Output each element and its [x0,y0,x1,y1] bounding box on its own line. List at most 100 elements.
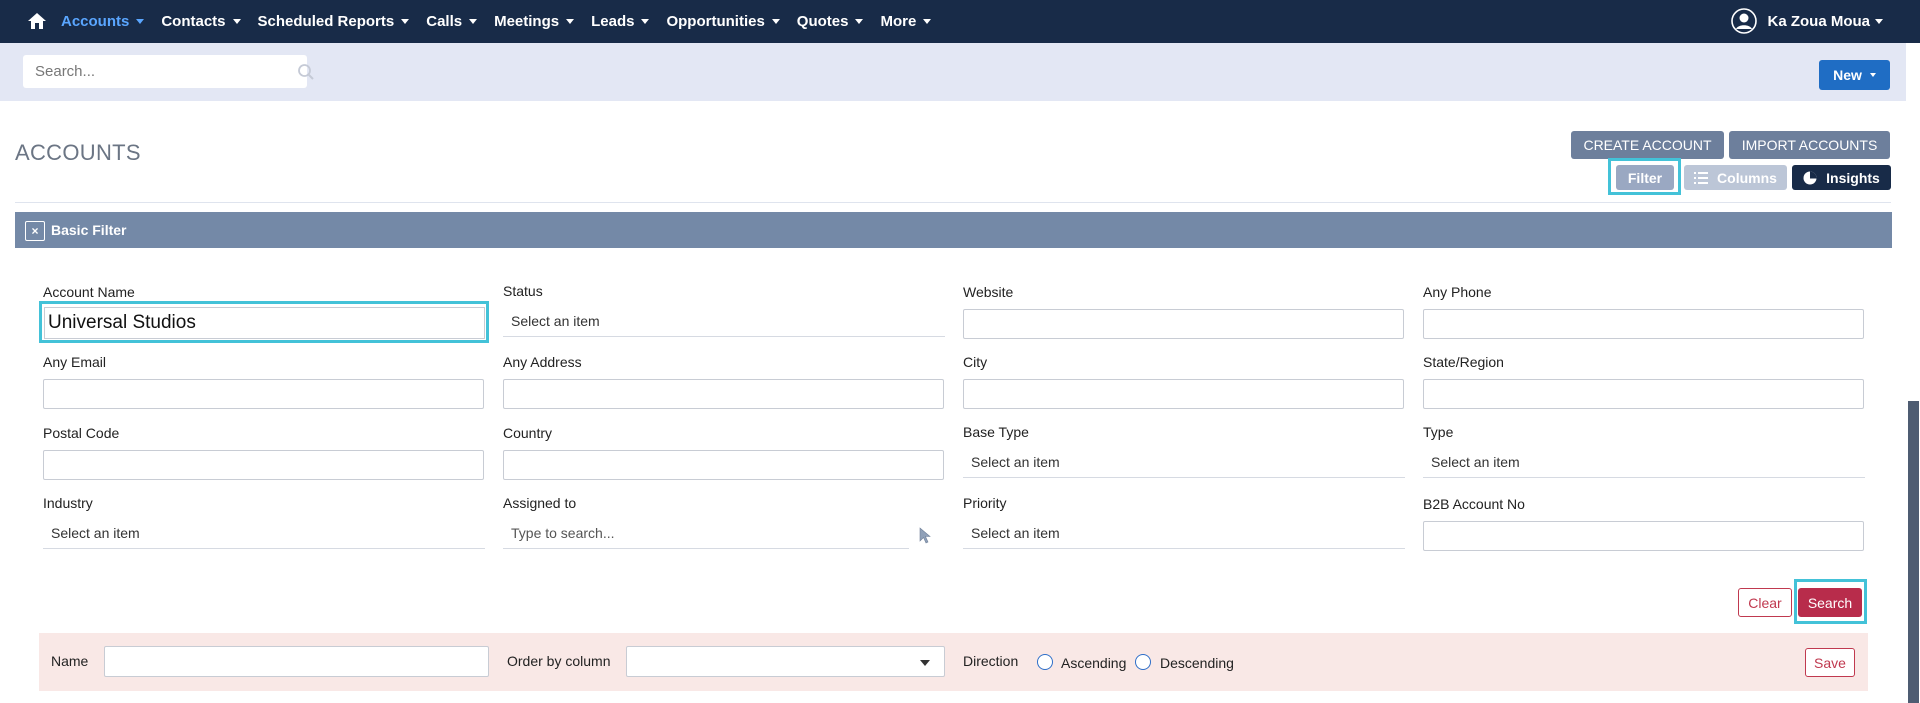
city-field[interactable] [963,379,1404,409]
nav-item-label: Leads [591,13,635,30]
type-select[interactable]: Select an item [1423,448,1865,478]
top-navigation-bar: Accounts Contacts Scheduled Reports Call… [0,0,1920,43]
b2b-account-no-field[interactable] [1423,521,1864,551]
global-search-input[interactable] [23,55,263,88]
nav-item-accounts[interactable]: Accounts [61,13,145,30]
postal-code-label: Postal Code [43,425,120,441]
clear-button[interactable]: Clear [1738,588,1792,617]
industry-label: Industry [43,495,93,511]
global-search-bar: New [0,43,1906,101]
home-icon[interactable] [27,11,47,31]
nav-item-meetings[interactable]: Meetings [494,13,575,30]
basic-filter-header: × Basic Filter [15,212,1892,248]
nav-item-label: Opportunities [666,13,765,30]
account-name-label: Account Name [43,284,135,300]
chevron-down-icon [641,19,650,24]
nav-item-opportunities[interactable]: Opportunities [666,13,780,30]
nav-item-quotes[interactable]: Quotes [797,13,864,30]
user-menu[interactable]: Ka Zoua Moua [1731,8,1883,34]
any-email-field[interactable] [43,379,484,409]
website-label: Website [963,284,1014,300]
base-type-select[interactable]: Select an item [963,448,1405,478]
order-by-select[interactable] [626,646,945,677]
new-button[interactable]: New [1819,60,1890,90]
nav-item-scheduled-reports[interactable]: Scheduled Reports [258,13,410,30]
city-label: City [963,354,988,370]
create-account-button[interactable]: CREATE ACCOUNT [1571,131,1724,159]
chevron-down-icon [232,19,241,24]
state-region-label: State/Region [1423,354,1504,370]
nav-item-contacts[interactable]: Contacts [161,13,241,30]
b2b-account-no-label: B2B Account No [1423,496,1525,512]
direction-label: Direction [963,653,1019,669]
basic-filter-title: Basic Filter [51,222,127,238]
filter-button[interactable]: Filter [1616,165,1674,190]
columns-button[interactable]: Columns [1684,165,1787,190]
user-name: Ka Zoua Moua [1767,12,1870,30]
ascending-label: Ascending [1061,655,1127,671]
save-filter-button[interactable]: Save [1805,648,1855,677]
chevron-down-icon [469,19,478,24]
chevron-down-icon [566,19,575,24]
nav-item-calls[interactable]: Calls [426,13,478,30]
nav-item-leads[interactable]: Leads [591,13,650,30]
columns-button-label: Columns [1717,169,1777,186]
account-name-field[interactable]: Universal Studios [44,307,485,339]
assigned-to-label: Assigned to [503,495,577,511]
page-title: ACCOUNTS [15,140,141,165]
country-label: Country [503,425,553,441]
chevron-down-icon [401,19,410,24]
chevron-down-icon [855,19,864,24]
type-label: Type [1423,424,1454,440]
status-select[interactable]: Select an item [503,307,945,337]
industry-select[interactable]: Select an item [43,519,485,549]
status-label: Status [503,283,543,299]
ascending-radio[interactable] [1037,654,1053,670]
mouse-pointer-icon [919,527,931,544]
nav-item-label: Contacts [161,13,226,30]
any-address-label: Any Address [503,354,582,370]
descending-radio[interactable] [1135,654,1151,670]
nav-item-label: Accounts [61,13,130,30]
user-avatar-icon [1731,8,1758,34]
any-phone-field[interactable] [1423,309,1864,339]
search-icon[interactable] [297,63,315,81]
state-region-field[interactable] [1423,379,1864,409]
filter-name-label: Name [51,653,89,669]
chevron-down-icon [920,660,930,666]
postal-code-field[interactable] [43,450,484,480]
insights-button-label: Insights [1826,169,1880,186]
new-button-label: New [1833,67,1862,83]
filter-name-field[interactable] [104,646,489,677]
pie-chart-icon [1803,171,1817,184]
priority-label: Priority [963,495,1007,511]
any-email-label: Any Email [43,354,107,370]
divider [15,202,1891,203]
chevron-down-icon [923,19,932,24]
list-icon [1694,171,1709,184]
nav-item-label: Calls [426,13,463,30]
search-button[interactable]: Search [1798,588,1862,617]
order-by-label: Order by column [507,653,611,669]
nav-item-label: Quotes [796,13,849,30]
descending-label: Descending [1160,655,1234,671]
close-icon[interactable]: × [25,221,45,241]
website-field[interactable] [963,309,1404,339]
chevron-down-icon [136,19,145,24]
priority-select[interactable]: Select an item [963,519,1405,549]
scrollbar-thumb[interactable] [1908,401,1919,703]
chevron-down-icon [1875,18,1883,24]
nav-item-label: Meetings [494,13,560,30]
import-accounts-button[interactable]: IMPORT ACCOUNTS [1729,131,1890,159]
chevron-down-icon [1869,73,1876,77]
insights-button[interactable]: Insights [1792,165,1891,190]
nav-item-label: More [880,13,917,30]
base-type-label: Base Type [963,424,1029,440]
any-address-field[interactable] [503,379,944,409]
nav-item-more[interactable]: More [880,13,932,30]
chevron-down-icon [771,19,780,24]
assigned-to-field[interactable]: Type to search... [503,519,909,549]
any-phone-label: Any Phone [1423,284,1492,300]
nav-item-label: Scheduled Reports [257,13,395,30]
country-field[interactable] [503,450,944,480]
